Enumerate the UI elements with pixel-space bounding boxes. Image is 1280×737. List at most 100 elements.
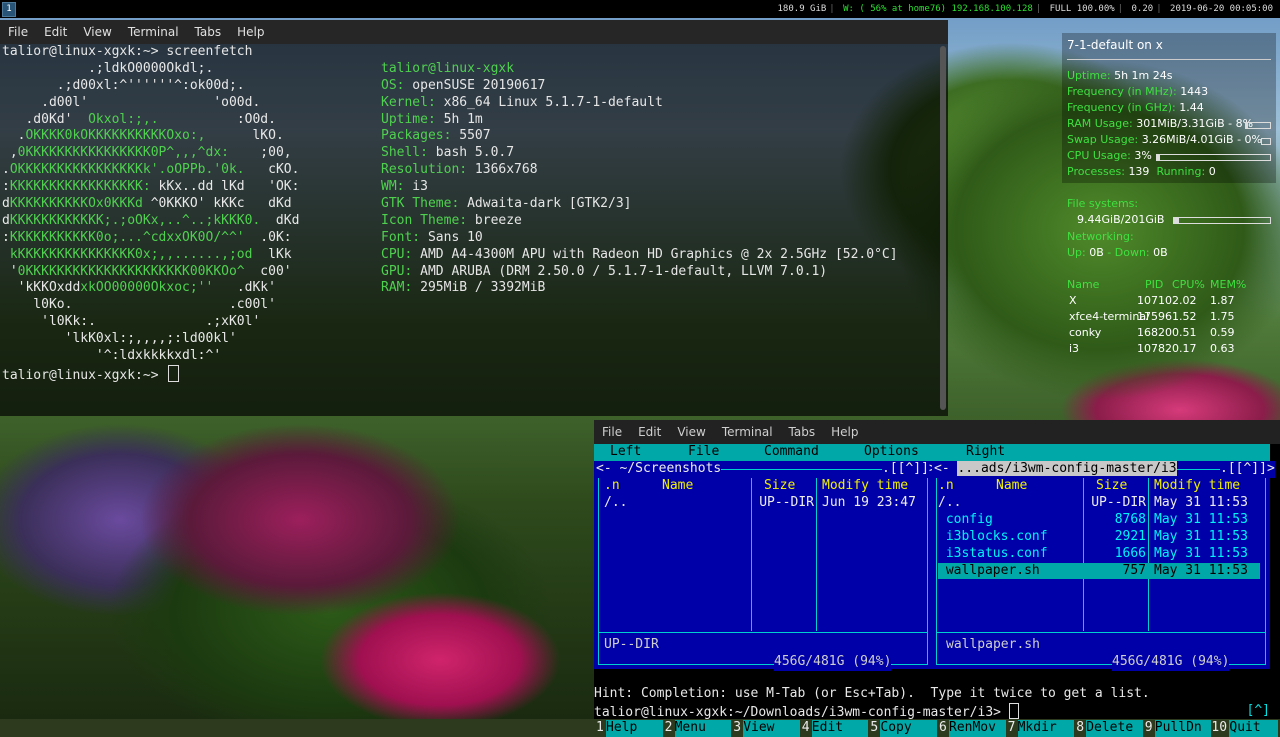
logo-line: kKKKKKKKKKKKKKKK0x;,,......,;od lKk xyxy=(9,246,292,262)
i3-status-bar: 1 180.9 GiB | W: ( 56% at home76) 192.168… xyxy=(0,0,1280,18)
swap-value: 3.26MiB/4.01GiB - 0% xyxy=(1141,133,1263,146)
conky-fs-network-processes: File systems: 9.44GiB/201GiB Networking:… xyxy=(1062,192,1276,362)
logo-line: 'l0Kk:. .;xK0l' xyxy=(2,314,261,330)
left-panel[interactable]: <- ~/Screenshots .[[^]]> .n Name Size Mo… xyxy=(594,461,937,671)
term1-menu-edit[interactable]: Edit xyxy=(36,25,75,39)
term1-menu-file[interactable]: File xyxy=(0,25,36,39)
shell-prompt[interactable]: talior@linux-xgxk:~> xyxy=(2,365,180,385)
right-panel-path: ...ads/i3wm-config-master/i3 xyxy=(957,461,1177,476)
mc-menu-left[interactable]: Left xyxy=(610,444,641,461)
conky-title: 7-1-default on x xyxy=(1067,38,1163,52)
divider xyxy=(1067,59,1271,60)
ram-value: 301MiB/3.31GiB - 8% xyxy=(1136,117,1254,130)
fs-value: 9.44GiB/201GiB xyxy=(1077,213,1165,226)
function-key-bar: 1 Help 2 Menu 3 View 4 Edit 5 Copy 6 RenMov 7 Mkdir 8 D… xyxy=(594,720,1280,737)
info-row: RAM: 295MiB / 3392MiB xyxy=(381,280,546,296)
text-cursor xyxy=(1008,703,1019,719)
logo-line: .;d00xl:^''''''^:ok00d;. xyxy=(2,77,245,93)
info-row: Uptime: 5h 1m xyxy=(381,111,483,127)
logo-line: .d00l' 'o00d. xyxy=(2,94,261,110)
logo-line: '0KKKKKKKKKKKKKKKKKKKKK00KKOo^ c00' xyxy=(2,263,292,279)
fkey-renmov[interactable]: 6 RenMov xyxy=(939,720,1008,737)
terminal-window-midnight-commander[interactable]: File Edit View Terminal Tabs Help Left File C… xyxy=(594,420,1280,737)
logo-line: :KKKKKKKKKKK0o;...^cdxxOK0O/^^' .0K: xyxy=(2,229,292,245)
terminal-menubar: File Edit View Terminal Tabs Help xyxy=(594,420,1280,444)
ram-bar xyxy=(1245,122,1271,129)
info-row: talior@linux-xgxk xyxy=(381,60,515,76)
conky-system-monitor: 7-1-default on x Uptime: 5h 1m 24s Frequ… xyxy=(1062,33,1276,183)
terminal-menubar: File Edit View Terminal Tabs Help xyxy=(0,20,948,44)
disk-status: 180.9 GiB xyxy=(777,4,827,14)
logo-line: '^:ldxkkkkxdl:^' xyxy=(2,348,222,364)
info-row: GTK Theme: Adwaita-dark [GTK2/3] xyxy=(381,196,632,212)
fs-bar xyxy=(1173,217,1271,224)
info-row: WM: i3 xyxy=(381,179,428,195)
logo-line: .OKKKKKKKKKKKKKKKKk'.oOPPb.'0k. cKO. xyxy=(2,162,300,178)
logo-line: l0Ko. .c00l' xyxy=(2,297,276,313)
fkey-menu[interactable]: 2 Menu xyxy=(665,720,734,737)
terminal-window-screenfetch[interactable]: File Edit View Terminal Tabs Help talior@linu… xyxy=(0,20,948,416)
load-status: 0.20 xyxy=(1131,4,1154,14)
fkey-help[interactable]: 1 Help xyxy=(596,720,665,737)
battery-status: FULL 100.00% xyxy=(1049,4,1115,14)
logo-line: ,0KKKKKKKKKKKKKKKK0P^,,,^dx: ;00, xyxy=(2,145,292,161)
term2-menu-tabs[interactable]: Tabs xyxy=(781,425,824,439)
fkey-copy[interactable]: 5 Copy xyxy=(870,720,939,737)
uptime-value: 5h 1m 24s xyxy=(1114,69,1173,82)
mc-menu-file[interactable]: File xyxy=(688,444,719,461)
info-row: OS: openSUSE 20190617 xyxy=(381,77,546,93)
term2-menu-file[interactable]: File xyxy=(594,425,630,439)
logo-line: .OKKKK0kOKKKKKKKKKKOxo:, lKO. xyxy=(2,128,284,144)
right-panel-free: 456G/481G (94%) xyxy=(1112,654,1230,671)
workspace-button[interactable]: 1 xyxy=(2,2,16,17)
system-info: talior@linux-xgxk OS: openSUSE 20190617 Ke… xyxy=(381,61,898,297)
logo-line: dKKKKKKKKKKOx0KKKd ^0KKKO' kKKc dKd xyxy=(2,196,292,212)
text-cursor xyxy=(168,365,180,382)
cpu-bar xyxy=(1156,154,1271,161)
freq-ghz-value: 1.44 xyxy=(1179,101,1204,114)
status-area: 180.9 GiB | W: ( 56% at home76) 192.168.1… xyxy=(775,0,1276,18)
term1-menu-view[interactable]: View xyxy=(75,25,119,39)
right-panel-status: wallpaper.sh xyxy=(946,637,1040,652)
left-panel-status: UP--DIR xyxy=(604,637,659,652)
freq-mhz-value: 1443 xyxy=(1180,85,1209,98)
term2-menu-view[interactable]: View xyxy=(669,425,713,439)
logo-line: :KKKKKKKKKKKKKKKKK: kKx..dd lKd 'OK: xyxy=(2,179,300,195)
left-panel-path: ~/Screenshots xyxy=(619,461,722,476)
mc-menubar: Left File Command Options Right xyxy=(594,444,1270,461)
fkey-view[interactable]: 3 View xyxy=(733,720,802,737)
term2-menu-terminal[interactable]: Terminal xyxy=(714,425,781,439)
swap-bar xyxy=(1261,138,1271,145)
fkey-pulldn[interactable]: 9 PullDn xyxy=(1145,720,1214,737)
right-panel[interactable]: <- ...ads/i3wm-config-master/i3 .[[^]]> … xyxy=(932,461,1275,671)
info-row: Shell: bash 5.0.7 xyxy=(381,145,515,161)
logo-line: .d0Kd' Okxol:;,. :O0d. xyxy=(2,111,276,127)
fkey-mkdir[interactable]: 7 Mkdir xyxy=(1008,720,1077,737)
info-row: Resolution: 1366x768 xyxy=(381,162,538,178)
term1-menu-terminal[interactable]: Terminal xyxy=(120,25,187,39)
term1-menu-help[interactable]: Help xyxy=(229,25,272,39)
scroll-indicator: [^] xyxy=(1246,703,1270,718)
mc-menu-right[interactable]: Right xyxy=(966,444,1005,461)
clock: 2019-06-20 00:05:00 xyxy=(1170,4,1273,14)
fkey-edit[interactable]: 4 Edit xyxy=(802,720,871,737)
info-row: Font: Sans 10 xyxy=(381,229,483,245)
command-prompt: talior@linux-xgxk:~> screenfetch xyxy=(2,44,253,59)
terminal-output: talior@linux-xgxk:~> screenfetch .;ldkO0… xyxy=(0,44,948,416)
logo-line: .;ldkO0000Okdl;. xyxy=(2,60,214,76)
mc-menu-command[interactable]: Command xyxy=(764,444,819,461)
cpu-value: 3% xyxy=(1134,149,1152,162)
fkey-delete[interactable]: 8 Delete xyxy=(1076,720,1145,737)
term2-menu-help[interactable]: Help xyxy=(823,425,866,439)
mc-menu-options[interactable]: Options xyxy=(864,444,919,461)
left-panel-free: 456G/481G (94%) xyxy=(774,654,892,671)
info-row: GPU: AMD ARUBA (DRM 2.50.0 / 5.1.7-1-def… xyxy=(381,263,828,279)
fkey-quit[interactable]: 10 Quit xyxy=(1211,720,1280,737)
info-row: CPU: AMD A4-4300M APU with Radeon HD Gra… xyxy=(381,246,898,262)
term2-menu-edit[interactable]: Edit xyxy=(630,425,669,439)
term1-menu-tabs[interactable]: Tabs xyxy=(187,25,230,39)
wifi-status: W: ( 56% at home76) 192.168.100.128 xyxy=(843,4,1033,14)
mc-hint-line: Hint: Completion: use M-Tab (or Esc+Tab)… xyxy=(594,686,1150,701)
info-row: Icon Theme: breeze xyxy=(381,212,522,228)
opensuse-ascii-logo: .;ldkO0000Okdl;. .;d00xl:^''''''^:ok00d;… xyxy=(2,61,299,365)
